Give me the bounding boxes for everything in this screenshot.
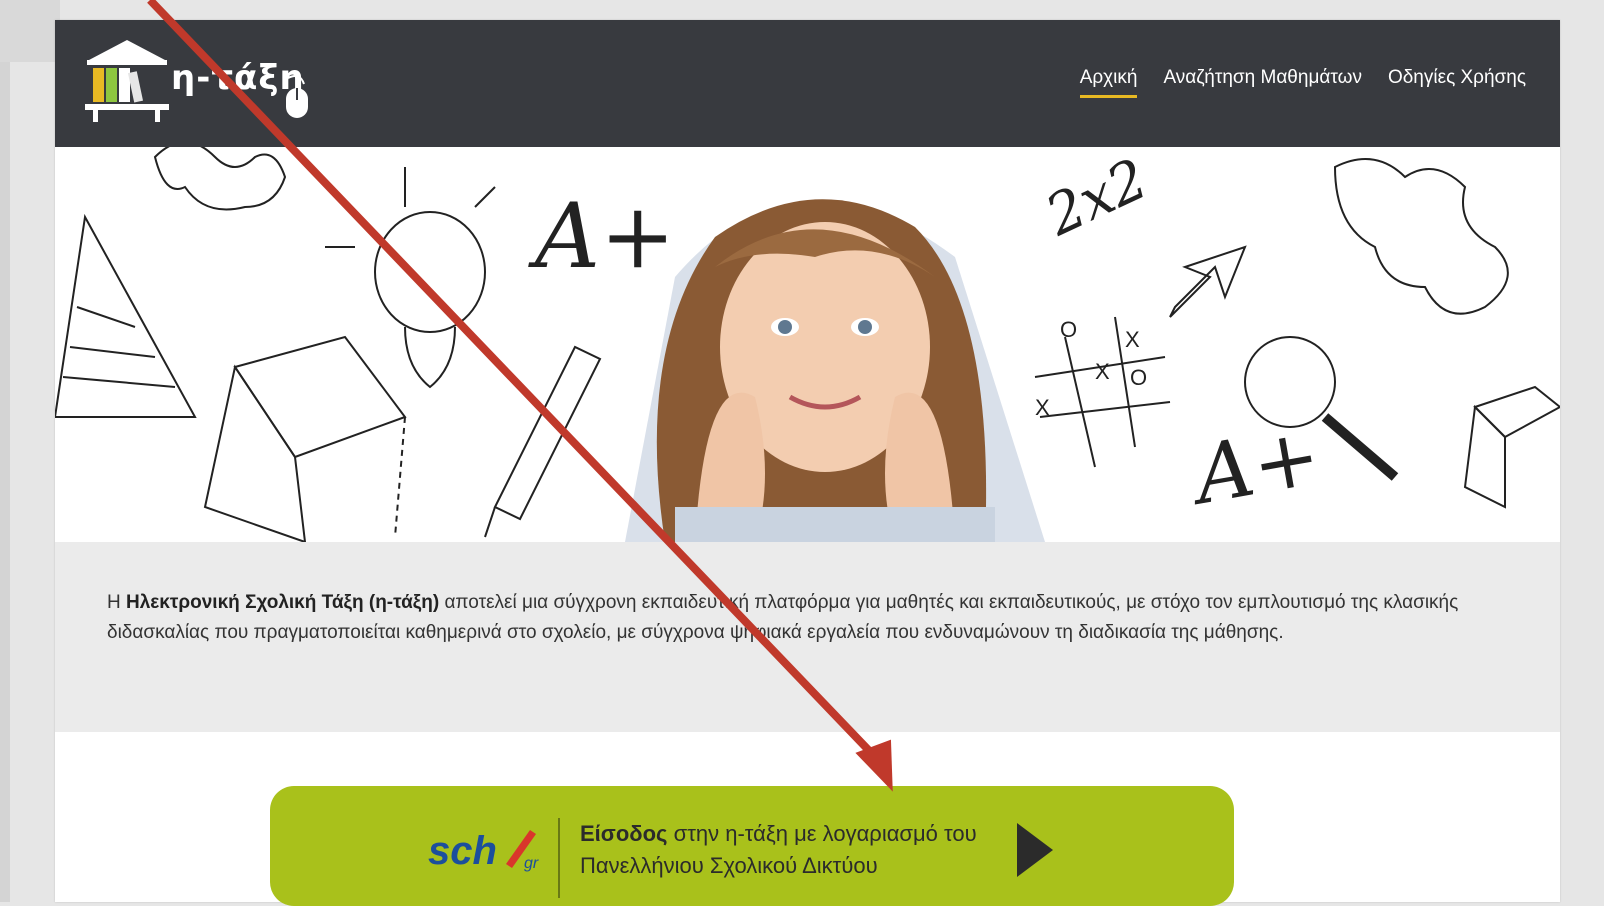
login-divider	[558, 818, 560, 898]
tictactoe-mark-1: X	[1125, 327, 1140, 352]
nav-course-search[interactable]: Αναζήτηση Μαθημάτων	[1163, 67, 1362, 98]
sch-gr-logo: sch gr	[428, 829, 539, 873]
browser-top-strip	[0, 0, 60, 62]
tictactoe-mark-2: O	[1060, 317, 1077, 342]
page-container: η-τάξη Αρχική Αναζήτηση Μαθημάτων Οδηγίε…	[55, 20, 1560, 902]
browser-left-strip	[0, 62, 10, 902]
intro-prefix: Η	[107, 592, 126, 613]
play-arrow-icon	[1017, 823, 1053, 877]
math-doodle: 2x2	[1036, 147, 1158, 249]
hero-illustration: A+ 2x2 A+ X O X O X	[55, 147, 1560, 542]
grade-doodle-1: A+	[528, 184, 675, 289]
sch-login-button[interactable]: sch gr Είσοδος στην η-τάξη με λογαριασμό…	[270, 786, 1234, 906]
main-nav: Αρχική Αναζήτηση Μαθημάτων Οδηγίες Χρήση…	[1079, 67, 1526, 98]
grade-doodle-2: A+	[1181, 409, 1327, 523]
girl-photo	[625, 199, 1045, 542]
nav-home[interactable]: Αρχική	[1079, 67, 1138, 98]
sch-logo-text: sch	[428, 829, 497, 873]
hero-banner: A+ 2x2 A+ X O X O X	[55, 147, 1560, 542]
site-header: η-τάξη Αρχική Αναζήτηση Μαθημάτων Οδηγίε…	[55, 20, 1560, 147]
mouse-icon	[286, 75, 308, 118]
login-text: Είσοδος στην η-τάξη με λογαριασμό του Πα…	[580, 818, 1010, 882]
sch-logo-suffix: gr	[524, 855, 539, 872]
intro-bold-title: Ηλεκτρονική Σχολική Τάξη (η-τάξη)	[126, 592, 440, 613]
intro-paragraph: Η Ηλεκτρονική Σχολική Τάξη (η-τάξη) αποτ…	[107, 588, 1497, 648]
tictactoe-mark-4: O	[1130, 365, 1147, 390]
tictactoe-mark-5: X	[1035, 395, 1050, 420]
login-bold-label: Είσοδος	[580, 821, 668, 846]
library-icon	[85, 40, 169, 122]
tictactoe-mark-3: X	[1095, 359, 1110, 384]
intro-section: Η Ηλεκτρονική Σχολική Τάξη (η-τάξη) αποτ…	[55, 542, 1560, 732]
nav-user-guide[interactable]: Οδηγίες Χρήσης	[1388, 67, 1526, 98]
site-logo[interactable]: η-τάξη	[83, 34, 323, 126]
